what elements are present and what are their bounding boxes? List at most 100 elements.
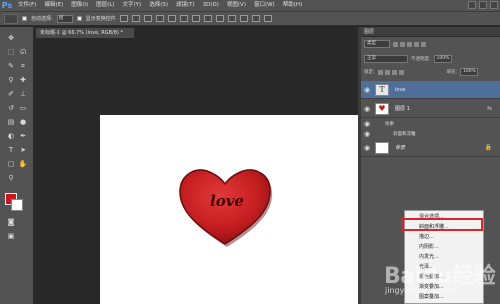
type-tool-icon[interactable]: T [6, 145, 16, 155]
opacity-input[interactable]: 100% [433, 55, 452, 63]
path-select-tool-icon[interactable]: ➤ [18, 145, 28, 155]
quick-mask-icon[interactable]: ◙ [6, 217, 16, 227]
fill-input[interactable]: 100% [460, 68, 479, 76]
quick-select-tool-icon[interactable]: ✎ [6, 61, 16, 71]
menu-3d[interactable]: 3D(D) [199, 0, 223, 11]
eraser-tool-icon[interactable]: ▭ [18, 103, 28, 113]
menu-type[interactable]: 文字(Y) [119, 0, 146, 11]
menu-filter[interactable]: 滤镜(T) [172, 0, 199, 11]
zoom-tool-icon[interactable]: ⚲ [6, 173, 16, 183]
kind-filter-dropdown[interactable]: 类型 [364, 40, 390, 48]
shape-filter-icon[interactable] [414, 41, 419, 47]
move-tool-preset-icon[interactable] [4, 13, 18, 24]
lock-all-icon[interactable] [398, 69, 404, 75]
distribute-top-icon[interactable] [191, 15, 200, 22]
highlight-annotation-box [401, 218, 483, 231]
menu-image[interactable]: 图像(I) [67, 0, 92, 11]
lock-pixels-icon[interactable] [384, 69, 390, 75]
smart-filter-icon[interactable] [421, 41, 426, 47]
align-middle-icon[interactable] [131, 15, 140, 22]
distribute-bottom-icon[interactable] [215, 15, 224, 22]
layer-filter-row: 类型 [361, 40, 500, 48]
filter-icons [393, 41, 426, 47]
effect-eye-icon[interactable]: ◉ [361, 130, 373, 138]
menu-item-inner-shadow[interactable]: 内阴影... [405, 243, 483, 252]
watermark-url: jingyan.baidu.com [385, 286, 459, 295]
distribute-center-icon[interactable] [239, 15, 248, 22]
crop-tool-icon[interactable]: ⌗ [18, 61, 28, 71]
shape-tool-icon[interactable]: ▢ [6, 159, 16, 169]
3d-mode-icon[interactable] [263, 15, 272, 22]
effects-row[interactable]: ◉ 效果 [361, 119, 500, 128]
lock-transparent-icon[interactable] [377, 69, 383, 75]
align-bottom-icon[interactable] [143, 15, 152, 22]
align-left-icon[interactable] [155, 15, 164, 22]
menu-edit[interactable]: 编辑(E) [40, 0, 67, 11]
brush-tool-icon[interactable]: ✐ [6, 89, 16, 99]
healing-brush-tool-icon[interactable]: ✚ [18, 75, 28, 85]
distribute-right-icon[interactable] [251, 15, 260, 22]
close-button[interactable] [490, 1, 498, 9]
clone-stamp-tool-icon[interactable]: ⊥ [18, 89, 28, 99]
pixel-filter-icon[interactable] [393, 41, 398, 47]
blend-mode-dropdown[interactable]: 正常 [364, 55, 408, 63]
eyedropper-tool-icon[interactable]: ⚲ [6, 75, 16, 85]
bevel-emboss-effect-row[interactable]: ◉ 斜面和浮雕 [361, 129, 500, 138]
layer-name[interactable]: 图层 1 [395, 105, 410, 112]
menu-bar: Ps 文件(F) 编辑(E) 图像(I) 图层(L) 文字(Y) 选择(S) 滤… [0, 0, 500, 11]
text-layer-thumbnail: T [375, 83, 389, 96]
layers-panel-title[interactable]: 图层 [361, 27, 500, 37]
align-top-icon[interactable] [119, 15, 128, 22]
screen-mode-icon[interactable]: ▣ [6, 231, 16, 241]
move-tool-icon[interactable]: ✥ [6, 33, 16, 43]
auto-select-checkbox[interactable] [22, 16, 27, 21]
menu-layer[interactable]: 图层(L) [92, 0, 118, 11]
marquee-tool-icon[interactable]: ⬚ [6, 47, 16, 57]
opacity-label: 不透明度: [411, 57, 431, 62]
layer-background[interactable]: ◉ 背景 🔒 [361, 139, 500, 157]
layer-name[interactable]: love [395, 87, 405, 93]
menu-file[interactable]: 文件(F) [14, 0, 40, 11]
fx-badge[interactable]: fx [487, 106, 492, 112]
menu-item-stroke[interactable]: 描边... [405, 233, 483, 242]
distribute-middle-icon[interactable] [203, 15, 212, 22]
visibility-eye-icon[interactable]: ◉ [361, 105, 373, 113]
menu-window[interactable]: 窗口(W) [250, 0, 279, 11]
dodge-tool-icon[interactable]: ◐ [6, 131, 16, 141]
hand-tool-icon[interactable]: ✋ [18, 159, 28, 169]
document-canvas[interactable]: love [100, 115, 358, 304]
layer-name[interactable]: 背景 [395, 144, 405, 151]
adjustment-filter-icon[interactable] [400, 41, 405, 47]
gradient-tool-icon[interactable]: ▤ [6, 117, 16, 127]
layer-1[interactable]: ◉ ♥ 图层 1 fx [361, 100, 500, 118]
menu-view[interactable]: 视图(V) [223, 0, 250, 11]
lasso-tool-icon[interactable]: ᘏ [18, 47, 28, 57]
layer-love[interactable]: ◉ T love [361, 81, 500, 99]
background-color-swatch[interactable] [11, 199, 23, 211]
show-transform-checkbox[interactable] [76, 16, 82, 21]
blur-tool-icon[interactable]: ● [18, 117, 28, 127]
lock-icon: 🔒 [484, 144, 492, 151]
document-tab[interactable]: 未标题-1 @ 66.7% (love, RGB/8) * [35, 27, 135, 38]
heart-text: love [210, 192, 244, 210]
maximize-button[interactable] [479, 1, 487, 9]
auto-select-dropdown[interactable]: 组 [56, 14, 73, 23]
effects-label: 效果 [385, 121, 394, 127]
distribute-left-icon[interactable] [227, 15, 236, 22]
history-brush-tool-icon[interactable]: ↺ [6, 103, 16, 113]
background-layer-thumbnail [375, 141, 389, 154]
minimize-button[interactable] [468, 1, 476, 9]
menu-select[interactable]: 选择(S) [145, 0, 172, 11]
effects-eye-icon[interactable]: ◉ [361, 120, 373, 128]
visibility-eye-icon[interactable]: ◉ [361, 144, 373, 152]
align-right-icon[interactable] [179, 15, 188, 22]
blend-opacity-row: 正常 不透明度: 100% [361, 55, 500, 63]
options-bar: 自动选择: 组 显示变换控件 [0, 11, 500, 26]
menu-help[interactable]: 帮助(H) [279, 0, 306, 11]
heart-artwork: love [179, 169, 273, 247]
type-filter-icon[interactable] [407, 41, 412, 47]
lock-position-icon[interactable] [391, 69, 397, 75]
pen-tool-icon[interactable]: ✒ [18, 131, 28, 141]
visibility-eye-icon[interactable]: ◉ [361, 86, 373, 94]
align-center-icon[interactable] [167, 15, 176, 22]
